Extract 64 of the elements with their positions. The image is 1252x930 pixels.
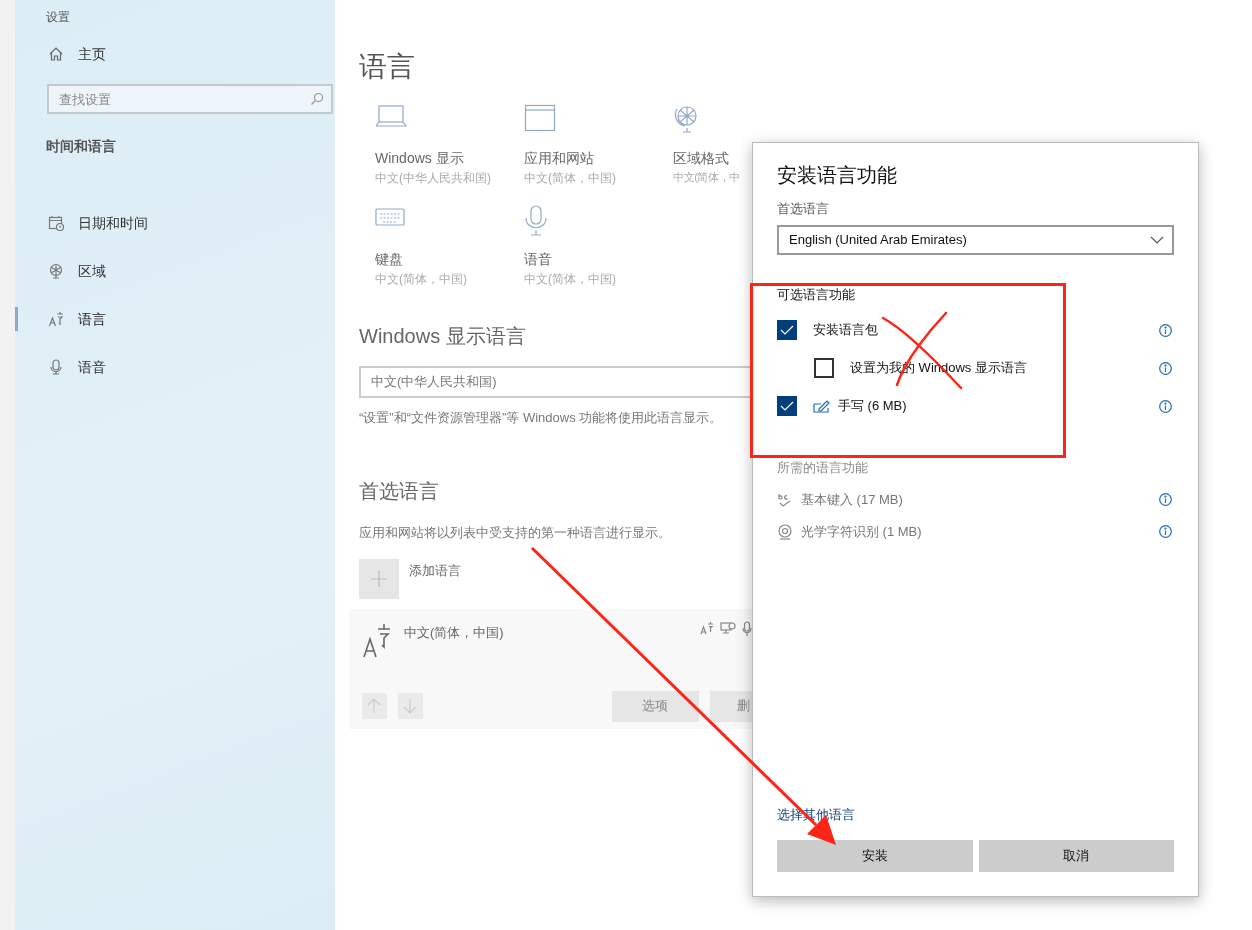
home-link[interactable]: 主页 <box>78 43 106 65</box>
settings-tile[interactable]: 语音 中文(简体，中国) <box>524 204 673 288</box>
sidebar-item[interactable]: 语音 <box>31 353 319 381</box>
check-icon <box>780 324 794 336</box>
settings-tile[interactable]: 区域格式 中文(简体，中 <box>673 103 749 187</box>
spellcheck-icon <box>777 491 793 508</box>
info-icon <box>1159 323 1172 337</box>
checkbox-label[interactable]: 手写 (6 MB) <box>838 396 907 416</box>
dialog-title: 安装语言功能 <box>777 163 898 187</box>
section-heading: 可选语言功能 <box>777 285 856 304</box>
camera-icon <box>777 523 793 540</box>
search-icon <box>310 92 324 106</box>
field-label: 首选语言 <box>777 200 830 218</box>
calendar-icon <box>48 215 64 231</box>
section-heading: 所需的语言功能 <box>777 459 869 477</box>
window-icon <box>524 103 556 132</box>
cancel-button[interactable]: 取消 <box>978 840 1174 872</box>
section-heading: 时间和语言 <box>46 137 117 156</box>
plus-icon <box>370 569 388 588</box>
up-arrow-icon <box>367 698 382 715</box>
microphone-icon <box>742 620 752 637</box>
language-icon <box>700 620 714 635</box>
info-icon <box>1159 493 1172 506</box>
pen-icon <box>813 399 830 413</box>
info-icon <box>1159 361 1172 375</box>
display-icon <box>720 620 736 635</box>
section-heading: 首选语言 <box>359 479 440 504</box>
description-text: “设置”和“文件资源管理器”等 Windows 功能将使用此语言显示。 <box>359 408 724 427</box>
keyboard-icon <box>375 207 405 228</box>
selection-indicator <box>15 307 18 331</box>
checkbox-label[interactable]: 安装语言包 <box>813 320 878 340</box>
language-icon <box>362 622 392 659</box>
feature-label: 光学字符识别 (1 MB) <box>801 522 922 541</box>
checkbox[interactable] <box>777 320 797 340</box>
chevron-down-icon <box>1150 235 1164 244</box>
info-icon <box>1159 525 1172 538</box>
checkbox[interactable] <box>814 358 834 378</box>
settings-tile[interactable]: 键盘 中文(简体，中国) <box>375 204 524 288</box>
checkbox[interactable] <box>777 396 797 416</box>
sidebar-item[interactable]: 日期和时间 <box>31 209 319 237</box>
microphone-icon <box>48 359 64 375</box>
check-icon <box>780 400 794 412</box>
settings-tile[interactable]: Windows 显示 中文(中华人民共和国) <box>375 103 524 187</box>
settings-tile[interactable]: 应用和网站 中文(简体，中国) <box>524 103 673 187</box>
laptop-icon <box>375 104 407 129</box>
globe-icon <box>48 263 64 279</box>
add-language-label[interactable]: 添加语言 <box>409 560 461 599</box>
sidebar-item[interactable]: 语言 <box>31 305 319 333</box>
page-title: 语言 <box>359 50 416 84</box>
feature-label: 基本键入 (17 MB) <box>801 490 903 509</box>
search-field[interactable]: 查找设置 <box>47 84 333 114</box>
install-button[interactable]: 安装 <box>777 840 973 872</box>
window-title: 设置 <box>45 9 71 26</box>
info-icon <box>1159 399 1172 413</box>
sidebar-item[interactable]: 区域 <box>31 257 319 285</box>
down-arrow-icon <box>403 698 418 715</box>
language-dropdown[interactable]: English (United Arab Emirates) <box>777 224 1174 255</box>
microphone-icon <box>524 204 548 237</box>
language-dropdown[interactable]: 中文(中华人民共和国) <box>359 365 752 398</box>
section-heading: Windows 显示语言 <box>359 323 527 348</box>
language-icon <box>48 311 64 327</box>
description-text: 应用和网站将以列表中受支持的第一种语言进行显示。 <box>359 524 672 543</box>
home-icon <box>48 46 64 62</box>
language-name: 中文(简体，中国) <box>404 623 504 642</box>
